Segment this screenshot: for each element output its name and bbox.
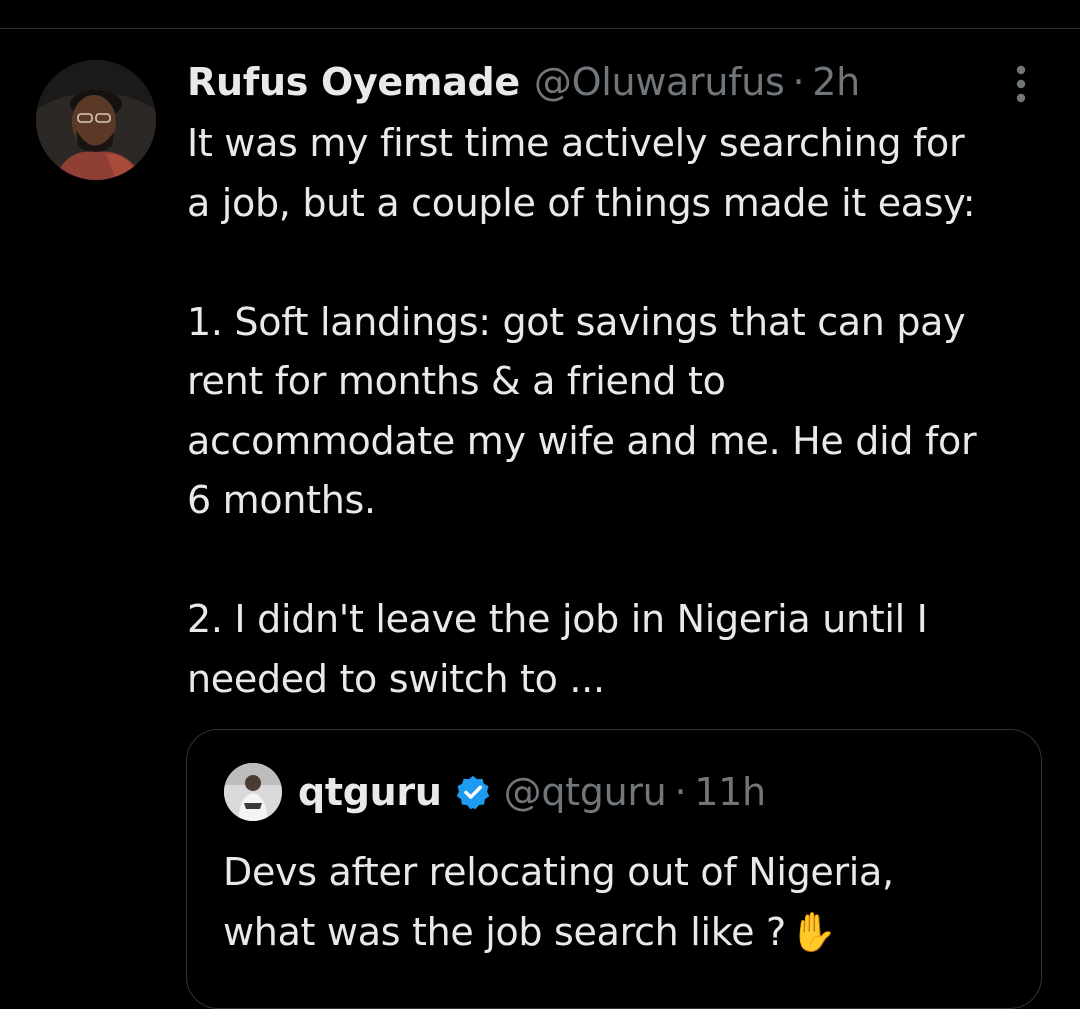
- tweet-text-line: 6 months.: [187, 478, 376, 522]
- header-separator: ·: [792, 60, 805, 104]
- tweet-text-line: [187, 531, 1067, 591]
- quoted-author-display-name[interactable]: qtguru: [298, 770, 442, 814]
- more-options-button[interactable]: [1004, 64, 1038, 104]
- tweet-text: It was my first time actively searching …: [187, 114, 1067, 709]
- tweet-text-line: accommodate my wife and me. He did for: [187, 418, 977, 463]
- quoted-tweet-text: Devs after relocating out of Nigeria, wh…: [223, 842, 1023, 962]
- quoted-header-separator: ·: [674, 770, 687, 814]
- tweet-text-line: rent for months & a friend to: [187, 359, 726, 403]
- more-vertical-icon: [1016, 65, 1026, 103]
- quoted-author-handle[interactable]: @qtguru: [504, 770, 667, 814]
- verified-badge-icon: [454, 773, 492, 811]
- tweet-timestamp[interactable]: 2h: [812, 60, 860, 104]
- quoted-text-line-with-emoji: what was the job search like ? ✋: [223, 902, 1023, 962]
- tweet-header: Rufus Oyemade @Oluwarufus · 2h: [187, 54, 860, 110]
- tweet-text-line: It was my first time actively searching …: [187, 121, 965, 165]
- tweet-text-line: 2. I didn't leave the job in Nigeria unt…: [187, 597, 928, 641]
- author-avatar-image: [36, 60, 156, 180]
- author-display-name[interactable]: Rufus Oyemade: [187, 60, 520, 104]
- quoted-text-line: Devs after relocating out of Nigeria,: [223, 850, 894, 894]
- top-divider: [0, 28, 1080, 29]
- quoted-tweet-timestamp[interactable]: 11h: [694, 770, 766, 814]
- quoted-text-line: what was the job search like ?: [223, 910, 786, 954]
- tweet-text-line: 1. Soft landings: got savings that can p…: [187, 299, 966, 344]
- author-avatar[interactable]: [36, 60, 156, 180]
- tweet-text-line: a job, but a couple of things made it ea…: [187, 180, 976, 225]
- quoted-author-avatar[interactable]: [224, 763, 282, 821]
- quoted-author-avatar-image: [224, 763, 282, 821]
- author-handle[interactable]: @Oluwarufus: [534, 60, 785, 104]
- quoted-tweet-card[interactable]: qtguru @qtguru · 11h Devs after relocati…: [186, 729, 1042, 1009]
- quoted-tweet-header: qtguru @qtguru · 11h: [298, 764, 766, 820]
- raised-hand-icon: ✋: [789, 910, 837, 954]
- tweet-text-line: [187, 233, 1067, 293]
- tweet-text-line: needed to switch to ...: [187, 656, 605, 701]
